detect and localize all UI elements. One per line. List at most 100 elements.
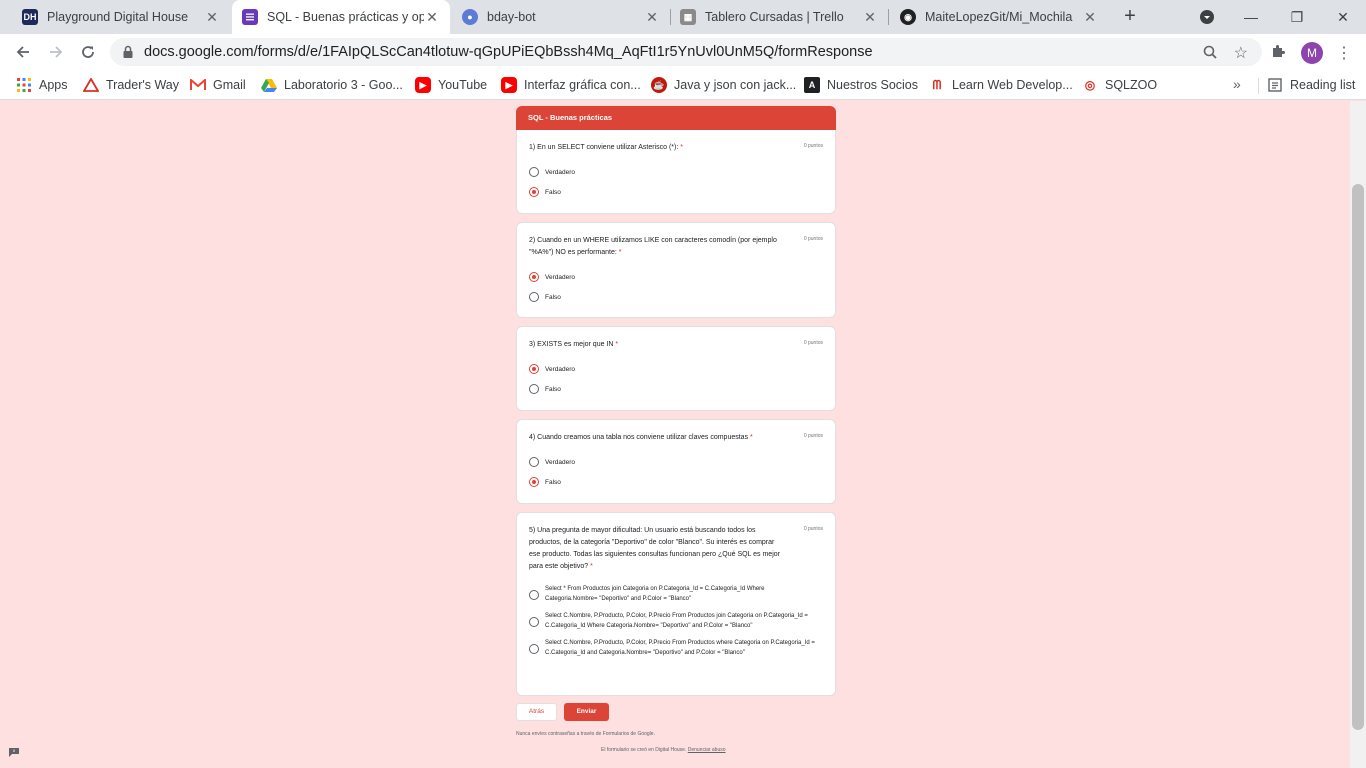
bookmark-traders-way[interactable]: Trader's Way [83, 76, 179, 94]
new-tab-button[interactable]: + [1118, 5, 1142, 29]
question-title: 4) Cuando creamos una tabla nos conviene… [529, 434, 753, 441]
question-title: 1) En un SELECT conviene utilizar Asteri… [529, 144, 683, 151]
bookmark-java-json[interactable]: ☕ Java y json con jack... [651, 76, 796, 94]
tab-title: Playground Digital House [47, 10, 189, 24]
radio-button[interactable] [529, 167, 539, 177]
bookmark-apps[interactable]: Apps [16, 76, 68, 94]
radio-option-query-2[interactable]: Select C.Nombre, P.Producto, P.Color, P.… [529, 612, 823, 631]
radio-button[interactable] [529, 616, 539, 627]
reload-button[interactable] [75, 39, 101, 65]
question-card-2: 2) Cuando en un WHERE utilizamos LIKE co… [516, 222, 836, 318]
radio-button-selected[interactable] [529, 272, 539, 282]
feedback-icon[interactable] [8, 747, 20, 757]
bookmark-label: SQLZOO [1105, 78, 1158, 92]
minimize-button[interactable]: — [1228, 0, 1274, 34]
browser-menu-icon[interactable]: ⋮ [1336, 43, 1352, 63]
back-form-button[interactable]: Atrás [516, 703, 557, 721]
radio-option-query-3[interactable]: Select C.Nombre, P.Producto, P.Color, P.… [529, 639, 823, 658]
lock-icon [123, 45, 133, 58]
restore-button[interactable]: ❐ [1274, 0, 1320, 34]
extensions-puzzle-icon[interactable] [1270, 43, 1286, 59]
bookmark-sqlzoo[interactable]: ◎ SQLZOO [1082, 76, 1157, 94]
question-card-5: 5) Una pregunta de mayor dificultad: Un … [516, 512, 836, 696]
bookmark-interfaz-grafica[interactable]: ▶ Interfaz gráfica con... [501, 76, 641, 94]
tab-github[interactable]: ◉ MaiteLopezGit/Mi_Mochila ✕ [890, 0, 1108, 34]
bookmark-label: Learn Web Develop... [952, 78, 1073, 92]
trello-icon: ▦ [680, 9, 696, 25]
close-icon[interactable]: ✕ [644, 9, 660, 26]
reading-list-label: Reading list [1290, 78, 1356, 92]
bookmark-laboratorio[interactable]: Laboratorio 3 - Goo... [261, 76, 403, 94]
radio-button[interactable] [529, 643, 539, 654]
bookmark-label: Laboratorio 3 - Goo... [284, 78, 403, 92]
radio-option-falso[interactable]: Falso [529, 292, 823, 302]
tab-bday-bot[interactable]: ● bday-bot ✕ [452, 0, 670, 34]
chevron-right-icon[interactable]: » [1233, 76, 1241, 92]
forward-button[interactable] [43, 39, 69, 65]
close-icon[interactable]: ✕ [1082, 9, 1098, 26]
question-card-4: 4) Cuando creamos una tabla nos conviene… [516, 419, 836, 504]
gmail-icon [190, 77, 206, 93]
radio-button-selected[interactable] [529, 187, 539, 197]
close-icon[interactable]: ✕ [424, 9, 440, 26]
created-in-text: El formulario se creó en Digital House. [601, 747, 687, 753]
tab-playground-digital-house[interactable]: DH Playground Digital House ✕ [12, 0, 230, 34]
close-icon[interactable]: ✕ [204, 9, 220, 26]
arrow-right-icon [50, 46, 63, 58]
radio-button[interactable] [529, 292, 539, 302]
password-warning: Nunca envíes contraseñas a través de For… [516, 731, 655, 737]
radio-option-falso[interactable]: Falso [529, 477, 823, 487]
radio-option-falso[interactable]: Falso [529, 187, 823, 197]
question-points: 0 puntos [803, 526, 823, 532]
bookmark-nuestros-socios[interactable]: A Nuestros Socios [804, 76, 918, 94]
question-title: 5) Una pregunta de mayor dificultad: Un … [529, 527, 780, 570]
address-bar[interactable]: docs.google.com/forms/d/e/1FAIpQLScCan4t… [110, 38, 1262, 66]
radio-button-selected[interactable] [529, 364, 539, 374]
close-icon[interactable]: ✕ [862, 9, 878, 26]
bookmark-label: Interfaz gráfica con... [524, 78, 641, 92]
bookmark-label: YouTube [438, 78, 488, 92]
question-points: 0 puntos [803, 143, 823, 149]
form-header: SQL - Buenas prácticas [516, 106, 836, 130]
radio-option-falso[interactable]: Falso [529, 384, 823, 394]
radio-button[interactable] [529, 457, 539, 467]
tab-title: bday-bot [487, 10, 536, 24]
back-button[interactable] [10, 39, 36, 65]
apps-grid-icon [16, 77, 32, 93]
bookmark-gmail[interactable]: Gmail [190, 76, 246, 94]
page-viewport: SQL - Buenas prácticas 1) En un SELECT c… [0, 101, 1350, 768]
scrollbar-thumb[interactable] [1352, 184, 1364, 730]
reading-list-button[interactable]: Reading list [1267, 76, 1355, 94]
radio-option-verdadero[interactable]: Verdadero [529, 167, 823, 177]
form-title: SQL - Buenas prácticas [528, 113, 613, 122]
forms-icon [242, 9, 258, 25]
report-abuse-link[interactable]: Denunciar abuso [688, 747, 726, 753]
bookmark-star-icon[interactable]: ☆ [1234, 43, 1248, 63]
submit-button[interactable]: Enviar [564, 703, 609, 721]
question-points: 0 puntos [803, 433, 823, 439]
radio-option-query-1[interactable]: Select * From Productos join Categoria o… [529, 585, 823, 604]
radio-button[interactable] [529, 589, 539, 600]
question-title: 3) EXISTS es mejor que IN * [529, 341, 619, 348]
profile-avatar[interactable]: M [1301, 42, 1323, 64]
zoom-icon[interactable] [1202, 44, 1218, 60]
tab-search-button[interactable] [1184, 0, 1230, 34]
radio-option-verdadero[interactable]: Verdadero [529, 364, 823, 374]
socios-icon: A [804, 77, 820, 93]
question-points: 0 puntos [803, 236, 823, 242]
radio-button[interactable] [529, 384, 539, 394]
bookmark-label: Nuestros Socios [827, 78, 919, 92]
bookmark-learn-web-dev[interactable]: ᗰ Learn Web Develop... [929, 76, 1073, 94]
radio-option-verdadero[interactable]: Verdadero [529, 272, 823, 282]
youtube-icon: ▶ [415, 77, 431, 93]
bookmark-youtube[interactable]: ▶ YouTube [415, 76, 487, 94]
close-window-button[interactable]: ✕ [1320, 0, 1366, 34]
radio-button-selected[interactable] [529, 477, 539, 487]
tab-trello[interactable]: ▦ Tablero Cursadas | Trello ✕ [670, 0, 888, 34]
arrow-left-icon [16, 46, 29, 58]
tab-title: SQL - Buenas prácticas y opti [267, 10, 424, 24]
github-icon: ◉ [900, 9, 916, 25]
radio-option-verdadero[interactable]: Verdadero [529, 457, 823, 467]
tab-sql-buenas-practicas[interactable]: SQL - Buenas prácticas y opti ✕ [232, 0, 450, 34]
form-footer: El formulario se creó en Digital House. … [601, 747, 726, 753]
